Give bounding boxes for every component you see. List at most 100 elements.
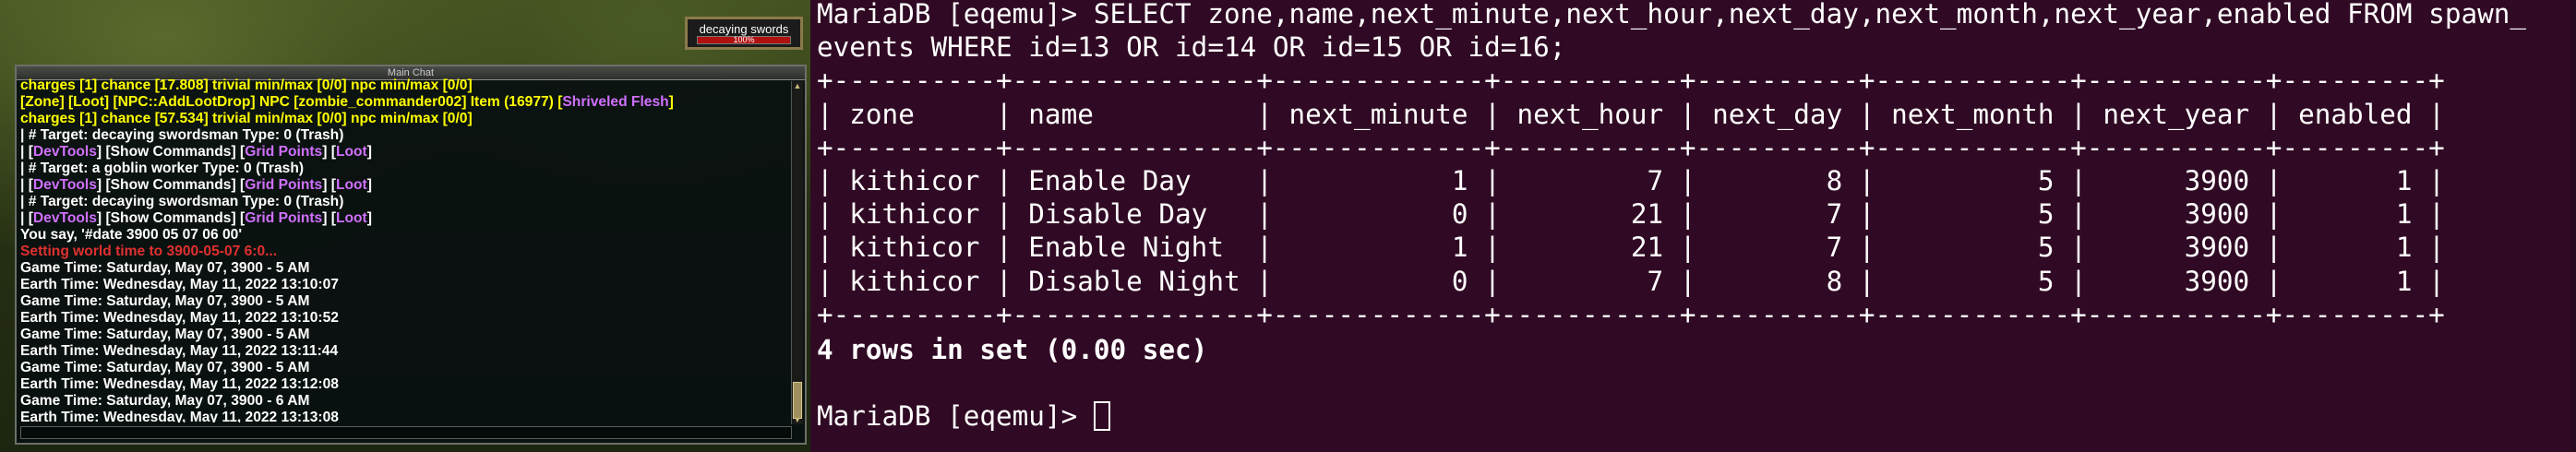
chat-text: charges [1] chance [57.534] trivial min/…: [20, 111, 473, 126]
chat-line: Game Time: Saturday, May 07, 3900 - 5 AM: [20, 293, 792, 310]
chat-text: | [: [20, 177, 33, 193]
terminal-text: 4 rows in set (0.00 sec): [817, 333, 1208, 365]
terminal-prompt: MariaDB [eqemu]>: [817, 399, 1110, 433]
terminal-line: events WHERE id=13 OR id=14 OR id=15 OR …: [817, 30, 1565, 64]
chat-line: | [DevTools] [Show Commands] [Grid Point…: [20, 177, 792, 194]
scroll-up-icon[interactable]: ▲: [793, 81, 802, 90]
chat-link[interactable]: Grid Points: [245, 144, 322, 160]
chat-line: | # Target: decaying swordsman Type: 0 (…: [20, 194, 792, 210]
terminal-text: MariaDB [eqemu]> SELECT zone,name,next_m…: [817, 0, 2527, 30]
chat-text: Game Time: Saturday, May 07, 3900 - 5 AM: [20, 260, 310, 276]
terminal-line: | kithicor | Enable Day | 1 | 7 | 8 | 5 …: [817, 164, 2445, 197]
chat-line: charges [1] chance [57.534] trivial min/…: [20, 111, 792, 127]
chat-text: Game Time: Saturday, May 07, 3900 - 5 AM: [20, 360, 310, 375]
chat-text: Game Time: Saturday, May 07, 3900 - 6 AM: [20, 393, 310, 409]
chat-link[interactable]: Loot: [336, 210, 367, 226]
chat-line: charges [1] chance [17.808] trivial min/…: [20, 77, 792, 94]
terminal-text: +----------+---------------+------------…: [817, 131, 2445, 163]
terminal-scrollbar[interactable]: [2570, 0, 2576, 452]
chat-link[interactable]: Grid Points: [245, 177, 322, 193]
chat-input[interactable]: [20, 426, 792, 439]
chat-text: ]: [366, 144, 372, 160]
terminal-text: | zone | name | next_minute | next_hour …: [817, 98, 2445, 130]
chat-line: Earth Time: Wednesday, May 11, 2022 13:1…: [20, 277, 792, 293]
chat-text: Setting world time to 3900-05-07 6:0...: [20, 244, 278, 259]
chat-text: [Zone] [Loot] [NPC::AddLootDrop] NPC [zo…: [20, 94, 563, 110]
terminal-line: 4 rows in set (0.00 sec): [817, 333, 1207, 366]
chat-link[interactable]: Loot: [336, 144, 367, 160]
chat-line: Game Time: Saturday, May 07, 3900 - 6 AM: [20, 393, 792, 410]
chat-text: | # Target: decaying swordsman Type: 0 (…: [20, 194, 344, 209]
target-health-percent: 100%: [733, 35, 755, 44]
chat-text: ]: [668, 94, 674, 110]
chat-link[interactable]: Shriveled Flesh: [562, 94, 668, 110]
terminal-line: MariaDB [eqemu]> SELECT zone,name,next_m…: [817, 0, 2526, 30]
chat-line: Game Time: Saturday, May 07, 3900 - 5 AM: [20, 327, 792, 343]
chat-text: ] [: [322, 210, 336, 226]
terminal-cursor[interactable]: [1093, 401, 1110, 432]
terminal-line: +----------+---------------+------------…: [817, 64, 2445, 97]
scroll-down-icon[interactable]: ▼: [793, 415, 802, 424]
target-health-bar: 100%: [697, 35, 791, 44]
terminal-text: | kithicor | Disable Day | 0 | 21 | 7 | …: [817, 198, 2445, 231]
terminal-text: | kithicor | Enable Day | 1 | 7 | 8 | 5 …: [817, 165, 2445, 196]
target-window[interactable]: decaying swords 100%: [685, 17, 803, 50]
chat-text: charges [1] chance [17.808] trivial min/…: [20, 77, 473, 93]
chat-text: Earth Time: Wednesday, May 11, 2022 13:1…: [20, 343, 339, 359]
chat-link[interactable]: DevTools: [33, 144, 97, 160]
chat-line: Earth Time: Wednesday, May 11, 2022 13:1…: [20, 343, 792, 360]
terminal-window[interactable]: MariaDB [eqemu]> SELECT zone,name,next_m…: [810, 0, 2576, 452]
chat-line: Setting world time to 3900-05-07 6:0...: [20, 244, 792, 260]
terminal-line: +----------+---------------+------------…: [817, 131, 2445, 164]
chat-text: ]: [366, 210, 372, 226]
chat-text: | [: [20, 210, 33, 226]
chat-text: ] [: [322, 144, 336, 160]
chat-text: | # Target: decaying swordsman Type: 0 (…: [20, 127, 344, 143]
chat-text: | # Target: a goblin worker Type: 0 (Tra…: [20, 161, 305, 176]
chat-line: Earth Time: Wednesday, May 11, 2022 13:1…: [20, 410, 792, 422]
chat-line: | # Target: decaying swordsman Type: 0 (…: [20, 127, 792, 144]
chat-scroll-thumb[interactable]: [793, 382, 802, 419]
terminal-line: | kithicor | Disable Night | 0 | 7 | 8 |…: [817, 265, 2445, 298]
chat-line: | [DevTools] [Show Commands] [Grid Point…: [20, 210, 792, 227]
chat-link[interactable]: Loot: [336, 177, 367, 193]
terminal-line: | kithicor | Disable Day | 0 | 21 | 7 | …: [817, 197, 2445, 231]
chat-line: You say, '#date 3900 05 07 06 00': [20, 227, 792, 244]
chat-text: ] [Show Commands] [: [96, 210, 246, 226]
terminal-text: +----------+---------------+------------…: [817, 298, 2445, 330]
terminal-text: | kithicor | Disable Night | 0 | 7 | 8 |…: [817, 265, 2445, 297]
chat-text: ] [: [322, 177, 336, 193]
chat-text: Earth Time: Wednesday, May 11, 2022 13:1…: [20, 410, 339, 422]
chat-line: [Zone] [Loot] [NPC::AddLootDrop] NPC [zo…: [20, 94, 792, 111]
chat-text: Earth Time: Wednesday, May 11, 2022 13:1…: [20, 310, 339, 326]
chat-log: charges [1] chance [17.808] trivial min/…: [20, 77, 792, 422]
chat-line: Earth Time: Wednesday, May 11, 2022 13:1…: [20, 310, 792, 327]
chat-line: | # Target: a goblin worker Type: 0 (Tra…: [20, 161, 792, 177]
terminal-line: +----------+---------------+------------…: [817, 298, 2445, 331]
terminal-line: | kithicor | Enable Night | 1 | 21 | 7 |…: [817, 231, 2445, 264]
chat-link[interactable]: DevTools: [33, 210, 97, 226]
chat-line: Game Time: Saturday, May 07, 3900 - 5 AM: [20, 260, 792, 277]
game-viewport[interactable]: decaying swords 100% Main Chat charges […: [0, 0, 810, 452]
chat-line: Earth Time: Wednesday, May 11, 2022 13:1…: [20, 376, 792, 393]
chat-line: | [DevTools] [Show Commands] [Grid Point…: [20, 144, 792, 161]
chat-line: Game Time: Saturday, May 07, 3900 - 5 AM: [20, 360, 792, 376]
terminal-line: | zone | name | next_minute | next_hour …: [817, 98, 2445, 131]
chat-link[interactable]: DevTools: [33, 177, 97, 193]
chat-text: Game Time: Saturday, May 07, 3900 - 5 AM: [20, 327, 310, 342]
chat-text: Game Time: Saturday, May 07, 3900 - 5 AM: [20, 293, 310, 309]
chat-text: | [: [20, 144, 33, 160]
terminal-text: MariaDB [eqemu]>: [817, 400, 1094, 433]
chat-scrollbar[interactable]: ▲ ▼: [791, 81, 803, 424]
chat-text: Earth Time: Wednesday, May 11, 2022 13:1…: [20, 277, 339, 292]
main-chat-window[interactable]: Main Chat charges [1] chance [17.808] tr…: [15, 65, 807, 445]
chat-text: ] [Show Commands] [: [96, 144, 246, 160]
terminal-text: events WHERE id=13 OR id=14 OR id=15 OR …: [817, 31, 1566, 64]
chat-text: ] [Show Commands] [: [96, 177, 246, 193]
chat-link[interactable]: Grid Points: [245, 210, 322, 226]
terminal-text: +----------+---------------+------------…: [817, 65, 2445, 97]
chat-text: ]: [366, 177, 372, 193]
chat-text: You say, '#date 3900 05 07 06 00': [20, 227, 243, 243]
terminal-text: | kithicor | Enable Night | 1 | 21 | 7 |…: [817, 232, 2445, 264]
chat-text: Earth Time: Wednesday, May 11, 2022 13:1…: [20, 376, 339, 392]
